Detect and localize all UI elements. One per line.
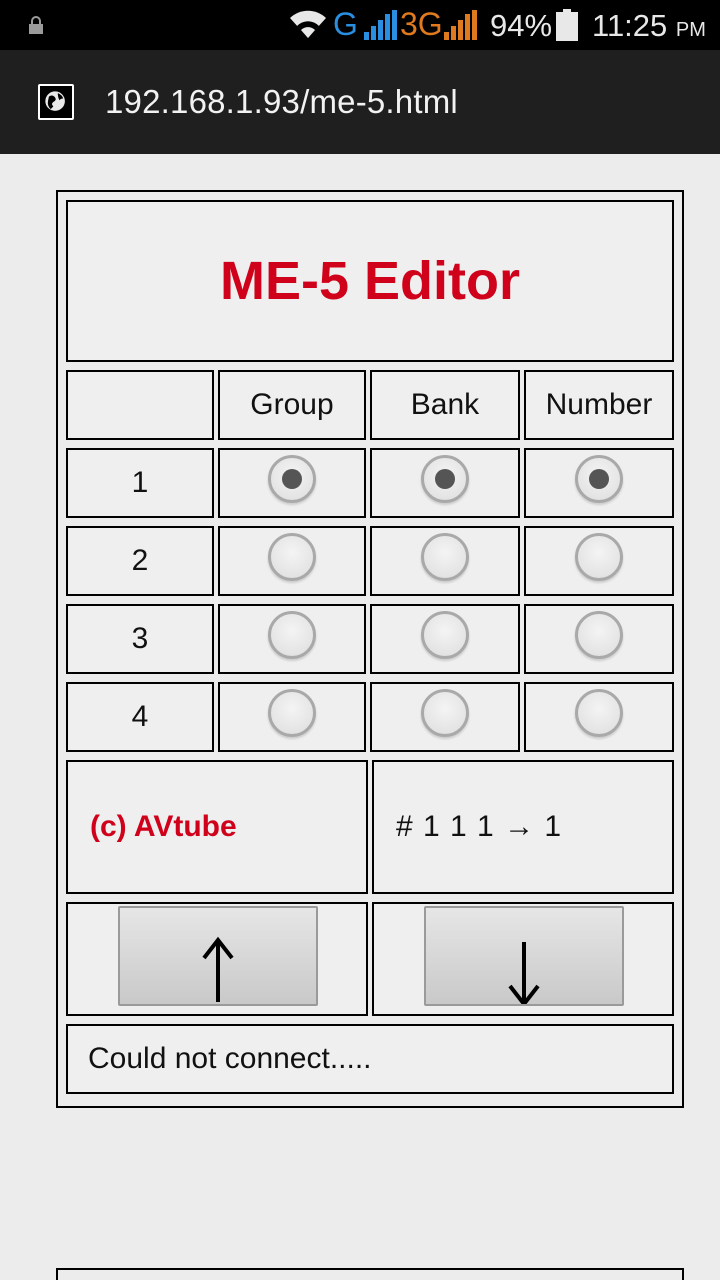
clock: 11:25 PM — [592, 8, 706, 44]
number-radio-4[interactable] — [575, 689, 623, 737]
down-button[interactable] — [424, 906, 624, 1006]
page-title: ME-5 Editor — [219, 251, 520, 311]
signal-strength-icon — [444, 10, 477, 40]
header-bank: Bank — [370, 370, 520, 440]
header-label: Number — [545, 388, 653, 421]
bank-radio-1[interactable] — [421, 455, 469, 503]
code-readout: # 1 1 1 → 1 — [396, 810, 563, 843]
bank-cell — [370, 682, 520, 752]
lock-icon — [29, 16, 43, 34]
code-cell: # 1 1 1 → 1 — [372, 760, 674, 894]
row-label: 1 — [131, 466, 149, 499]
credit-text: (c) AVtube — [90, 810, 237, 843]
row-label-cell: 2 — [66, 526, 214, 596]
header-number: Number — [524, 370, 674, 440]
bank-cell — [370, 526, 520, 596]
status-message: Could not connect..... — [88, 1042, 372, 1075]
row-label: 3 — [131, 622, 149, 655]
number-radio-1[interactable] — [575, 455, 623, 503]
row-label-cell: 4 — [66, 682, 214, 752]
header-label: Bank — [410, 388, 480, 421]
url-text[interactable]: 192.168.1.93/me-5.html — [105, 83, 458, 121]
group-radio-4[interactable] — [268, 689, 316, 737]
clock-time: 11:25 — [592, 8, 668, 43]
header-group: Group — [218, 370, 366, 440]
status-message-cell: Could not connect..... — [66, 1024, 674, 1094]
group-radio-2[interactable] — [268, 533, 316, 581]
number-radio-2[interactable] — [575, 533, 623, 581]
row-label-cell: 3 — [66, 604, 214, 674]
header-empty-cell — [66, 370, 214, 440]
title-cell: ME-5 Editor — [66, 200, 674, 362]
next-frame-edge — [56, 1268, 684, 1280]
status-bar: G 3G 94% 11:25 PM — [0, 0, 720, 50]
number-cell — [524, 604, 674, 674]
signal-strength-icon — [364, 10, 397, 40]
group-radio-3[interactable] — [268, 611, 316, 659]
credit-cell: (c) AVtube — [66, 760, 368, 894]
bank-radio-4[interactable] — [421, 689, 469, 737]
group-radio-1[interactable] — [268, 455, 316, 503]
header-label: Group — [250, 388, 334, 421]
network-g-label: G — [333, 6, 358, 42]
bank-radio-2[interactable] — [421, 533, 469, 581]
globe-icon — [38, 84, 74, 120]
group-cell — [218, 526, 366, 596]
number-cell — [524, 526, 674, 596]
group-cell — [218, 604, 366, 674]
number-cell — [524, 448, 674, 518]
group-cell — [218, 448, 366, 518]
group-cell — [218, 682, 366, 752]
number-cell — [524, 682, 674, 752]
clock-ampm: PM — [675, 19, 706, 41]
bank-cell — [370, 604, 520, 674]
bank-cell — [370, 448, 520, 518]
battery-percent: 94% — [490, 8, 553, 43]
row-label: 4 — [131, 700, 149, 733]
network-3g-label: 3G — [400, 6, 443, 42]
number-radio-3[interactable] — [575, 611, 623, 659]
arrow-down-icon — [508, 942, 540, 1004]
battery-icon — [556, 9, 578, 41]
row-label-cell: 1 — [66, 448, 214, 518]
up-button[interactable] — [118, 906, 318, 1006]
arrow-up-icon — [202, 936, 234, 1002]
bank-radio-3[interactable] — [421, 611, 469, 659]
wifi-icon — [290, 10, 326, 38]
row-label: 2 — [131, 544, 149, 577]
browser-url-bar[interactable]: 192.168.1.93/me-5.html — [0, 50, 720, 154]
